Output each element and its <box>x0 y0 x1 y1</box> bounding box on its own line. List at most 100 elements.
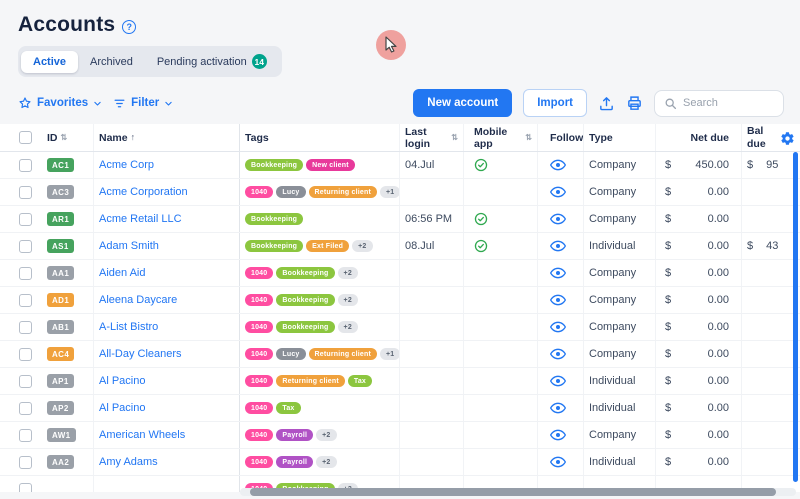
table-row[interactable]: AA2Amy Adams1040Payroll+2Individual$0.00 <box>0 449 800 476</box>
tab-bar: Active Archived Pending activation 14 <box>18 46 282 77</box>
tag-overflow-count: +2 <box>338 294 358 306</box>
row-checkbox[interactable] <box>19 429 32 442</box>
row-checkbox[interactable] <box>19 402 32 415</box>
follow-eye-icon[interactable] <box>550 402 566 414</box>
follow-eye-icon[interactable] <box>550 240 566 252</box>
column-header-name[interactable]: Name↑ <box>94 124 240 151</box>
import-button[interactable]: Import <box>523 89 587 117</box>
follow-eye-icon[interactable] <box>550 267 566 279</box>
table-row[interactable]: AC3Acme Corporation1040LucyReturning cli… <box>0 179 800 206</box>
table-row[interactable]: AD1Aleena Daycare1040Bookkeeping+2Compan… <box>0 287 800 314</box>
table-row[interactable]: AS1Adam SmithBookkeepingExt Filed+208.Ju… <box>0 233 800 260</box>
print-icon[interactable] <box>626 95 643 112</box>
net-due-value: $450.00 <box>665 159 729 171</box>
account-type-value: Company <box>589 321 636 333</box>
table-row[interactable]: AB1A-List Bistro1040Bookkeeping+2Company… <box>0 314 800 341</box>
column-header-id[interactable]: ID⇅ <box>42 124 94 151</box>
column-header-tags[interactable]: Tags <box>240 124 400 151</box>
tag-pill: Bookkeeping <box>245 240 303 252</box>
tag-pill: 1040 <box>245 429 273 441</box>
select-all-checkbox[interactable] <box>19 131 32 144</box>
search-input[interactable] <box>683 97 775 109</box>
follow-eye-icon[interactable] <box>550 348 566 360</box>
column-settings-gear-icon[interactable] <box>780 131 795 146</box>
help-icon[interactable]: ? <box>122 20 136 34</box>
horizontal-scrollbar[interactable] <box>250 488 776 496</box>
column-header-last-login[interactable]: Last login⇅ <box>400 124 464 151</box>
net-due-value: $0.00 <box>665 429 729 441</box>
sort-icon[interactable]: ⇅ <box>525 134 532 142</box>
account-name-link[interactable]: Acme Corp <box>99 159 154 171</box>
table-row[interactable]: AA1Aiden Aid1040Bookkeeping+2Company$0.0… <box>0 260 800 287</box>
sort-icon[interactable]: ⇅ <box>61 134 68 142</box>
account-name-link[interactable]: Al Pacino <box>99 375 145 387</box>
tag-overflow-count: +2 <box>316 456 336 468</box>
vertical-scrollbar[interactable] <box>793 152 798 482</box>
row-checkbox[interactable] <box>19 483 32 493</box>
follow-eye-icon[interactable] <box>550 321 566 333</box>
row-checkbox[interactable] <box>19 348 32 361</box>
sort-asc-icon[interactable]: ↑ <box>131 133 136 142</box>
account-name-link[interactable]: Acme Corporation <box>99 186 188 198</box>
table-row[interactable]: AC4All-Day Cleaners1040LucyReturning cli… <box>0 341 800 368</box>
table-row[interactable]: AW1American Wheels1040Payroll+2Company$0… <box>0 422 800 449</box>
toolbar: Favorites Filter New account Import <box>18 89 784 117</box>
column-header-mobile-app[interactable]: Mobile app⇅ <box>464 124 538 151</box>
account-name-link[interactable]: American Wheels <box>99 429 185 441</box>
account-type-value: Individual <box>589 240 635 252</box>
row-checkbox[interactable] <box>19 240 32 253</box>
tab-active[interactable]: Active <box>21 51 78 73</box>
account-name-link[interactable]: All-Day Cleaners <box>99 348 182 360</box>
net-due-value: $0.00 <box>665 402 729 414</box>
account-id-badge: AA1 <box>47 266 74 280</box>
row-checkbox[interactable] <box>19 159 32 172</box>
horizontal-scrollbar-track[interactable] <box>240 488 796 496</box>
row-checkbox[interactable] <box>19 213 32 226</box>
column-header-follow[interactable]: Follow <box>538 124 584 151</box>
follow-eye-icon[interactable] <box>550 294 566 306</box>
account-type-value: Company <box>589 348 636 360</box>
tab-pending-activation[interactable]: Pending activation 14 <box>145 49 279 74</box>
search-box[interactable] <box>654 90 784 117</box>
tab-label: Archived <box>90 56 133 68</box>
tab-archived[interactable]: Archived <box>78 51 145 73</box>
export-icon[interactable] <box>598 95 615 112</box>
account-name-link[interactable]: A-List Bistro <box>99 321 158 333</box>
row-checkbox[interactable] <box>19 375 32 388</box>
follow-eye-icon[interactable] <box>550 375 566 387</box>
row-checkbox[interactable] <box>19 186 32 199</box>
table-row[interactable]: AC1Acme CorpBookkeepingNew client04.JulC… <box>0 152 800 179</box>
last-login-value: 04.Jul <box>405 159 434 171</box>
row-checkbox[interactable] <box>19 294 32 307</box>
account-name-link[interactable]: Acme Retail LLC <box>99 213 182 225</box>
account-name-link[interactable]: Al Pacino <box>99 402 145 414</box>
follow-eye-icon[interactable] <box>550 429 566 441</box>
table-body: AC1Acme CorpBookkeepingNew client04.JulC… <box>0 152 800 492</box>
column-header-type[interactable]: Type <box>584 124 656 151</box>
tag-pill: Payroll <box>276 456 313 468</box>
row-checkbox[interactable] <box>19 321 32 334</box>
favorites-button[interactable]: Favorites <box>18 96 102 110</box>
table-row[interactable]: AP1Al Pacino1040Returning clientTaxIndiv… <box>0 368 800 395</box>
table-row[interactable]: AP2Al Pacino1040TaxIndividual$0.00 <box>0 395 800 422</box>
filter-button[interactable]: Filter <box>113 97 173 110</box>
account-name-link[interactable]: Aleena Daycare <box>99 294 177 306</box>
follow-eye-icon[interactable] <box>550 213 566 225</box>
chevron-down-icon <box>164 99 173 108</box>
follow-eye-icon[interactable] <box>550 186 566 198</box>
account-name-link[interactable]: Amy Adams <box>99 456 158 468</box>
new-account-button[interactable]: New account <box>413 89 512 117</box>
row-checkbox[interactable] <box>19 267 32 280</box>
account-type-value: Company <box>589 294 636 306</box>
follow-eye-icon[interactable] <box>550 456 566 468</box>
account-name-link[interactable]: Adam Smith <box>99 240 159 252</box>
star-icon <box>18 96 32 110</box>
filter-icon <box>113 97 126 110</box>
row-checkbox[interactable] <box>19 456 32 469</box>
tag-overflow-count: +2 <box>316 429 336 441</box>
sort-icon[interactable]: ⇅ <box>451 134 458 142</box>
column-header-net-due[interactable]: Net due <box>656 124 742 151</box>
follow-eye-icon[interactable] <box>550 159 566 171</box>
account-name-link[interactable]: Aiden Aid <box>99 267 145 279</box>
table-row[interactable]: AR1Acme Retail LLCBookkeeping06:56 PMCom… <box>0 206 800 233</box>
